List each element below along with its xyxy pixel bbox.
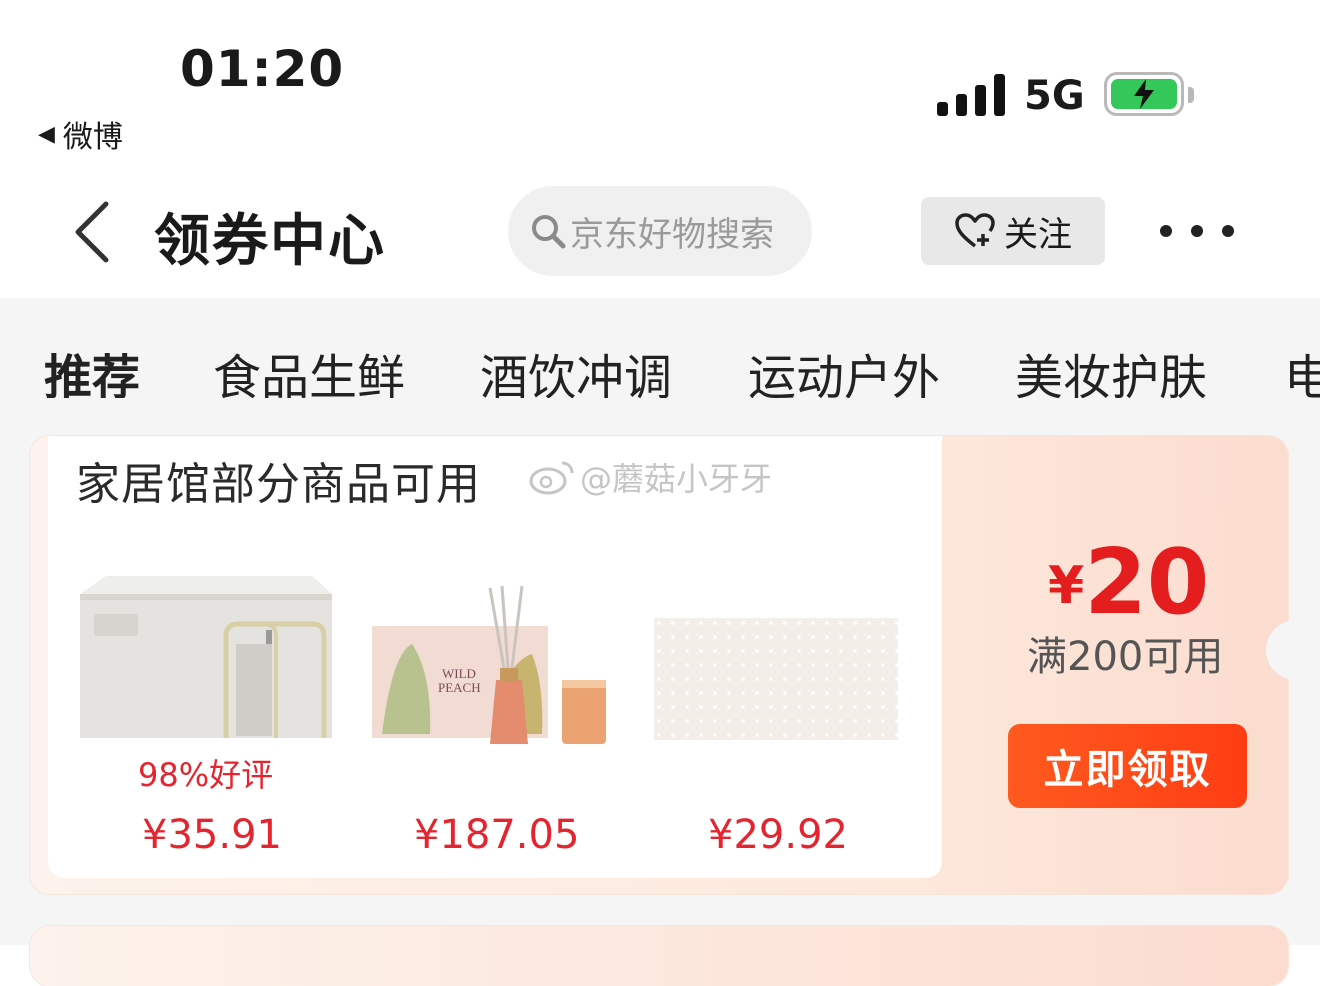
product-pegboard[interactable]	[652, 616, 900, 746]
network-type: 5G	[1024, 73, 1085, 119]
product-storage-box[interactable]	[76, 574, 336, 748]
battery-icon	[1104, 72, 1184, 116]
more-dots-icon[interactable]	[1160, 222, 1234, 240]
back-button[interactable]	[70, 198, 120, 268]
aroma-box-text: WILD	[442, 666, 476, 681]
follow-button[interactable]: 关注	[921, 197, 1105, 265]
status-time: 01:20	[180, 40, 345, 98]
product-price: ¥35.91	[142, 812, 282, 858]
search-icon	[532, 215, 566, 249]
aroma-set-image: WILD PEACH	[372, 585, 606, 744]
tab-drinks[interactable]: 酒饮冲调	[480, 338, 672, 398]
claim-coupon-button[interactable]: 立即领取	[1008, 724, 1247, 808]
chevron-left-icon	[75, 201, 109, 263]
back-app-label: 微博	[62, 120, 123, 155]
amount-value: 20	[1084, 530, 1210, 635]
pegboard-image	[654, 618, 898, 740]
charging-bolt-icon	[1134, 79, 1154, 109]
svg-text:PEACH: PEACH	[438, 680, 481, 695]
weibo-logo-icon	[529, 461, 574, 495]
watermark: @蘑菇小牙牙	[528, 454, 772, 500]
page-title: 领券中心	[154, 209, 386, 274]
watermark-text: @蘑菇小牙牙	[580, 460, 773, 498]
signal-icon	[937, 74, 1005, 116]
category-tabs: 推荐 食品生鲜 酒饮冲调 运动户外 美妆护肤 电	[0, 338, 1320, 398]
back-to-app[interactable]: ◀ 微博	[38, 112, 123, 156]
tab-beauty[interactable]: 美妆护肤	[1015, 338, 1207, 398]
tab-sports[interactable]: 运动户外	[748, 338, 940, 398]
tab-electronics[interactable]: 电	[1284, 338, 1320, 398]
back-triangle-icon: ◀	[38, 121, 55, 147]
coupon-amount: ¥20	[1048, 530, 1209, 635]
next-coupon-card[interactable]	[30, 926, 1288, 986]
tab-food-fresh[interactable]: 食品生鲜	[213, 338, 405, 398]
battery-tip	[1188, 87, 1194, 103]
product-rating: 98%好评	[138, 756, 274, 794]
coupon-scope: 家居馆部分商品可用	[76, 459, 481, 510]
product-price: ¥187.05	[414, 812, 580, 858]
heart-plus-icon	[955, 213, 995, 248]
follow-label: 关注	[1004, 214, 1072, 255]
search-placeholder: 京东好物搜索	[570, 214, 774, 255]
currency-symbol: ¥	[1048, 556, 1085, 616]
product-aroma-set[interactable]: WILD PEACH	[372, 584, 612, 754]
storage-box-image	[80, 576, 332, 738]
coupon-condition: 满200可用	[1027, 634, 1224, 680]
tab-recommend[interactable]: 推荐	[44, 338, 140, 398]
product-price: ¥29.92	[708, 812, 848, 858]
search-input[interactable]: 京东好物搜索	[508, 186, 812, 276]
